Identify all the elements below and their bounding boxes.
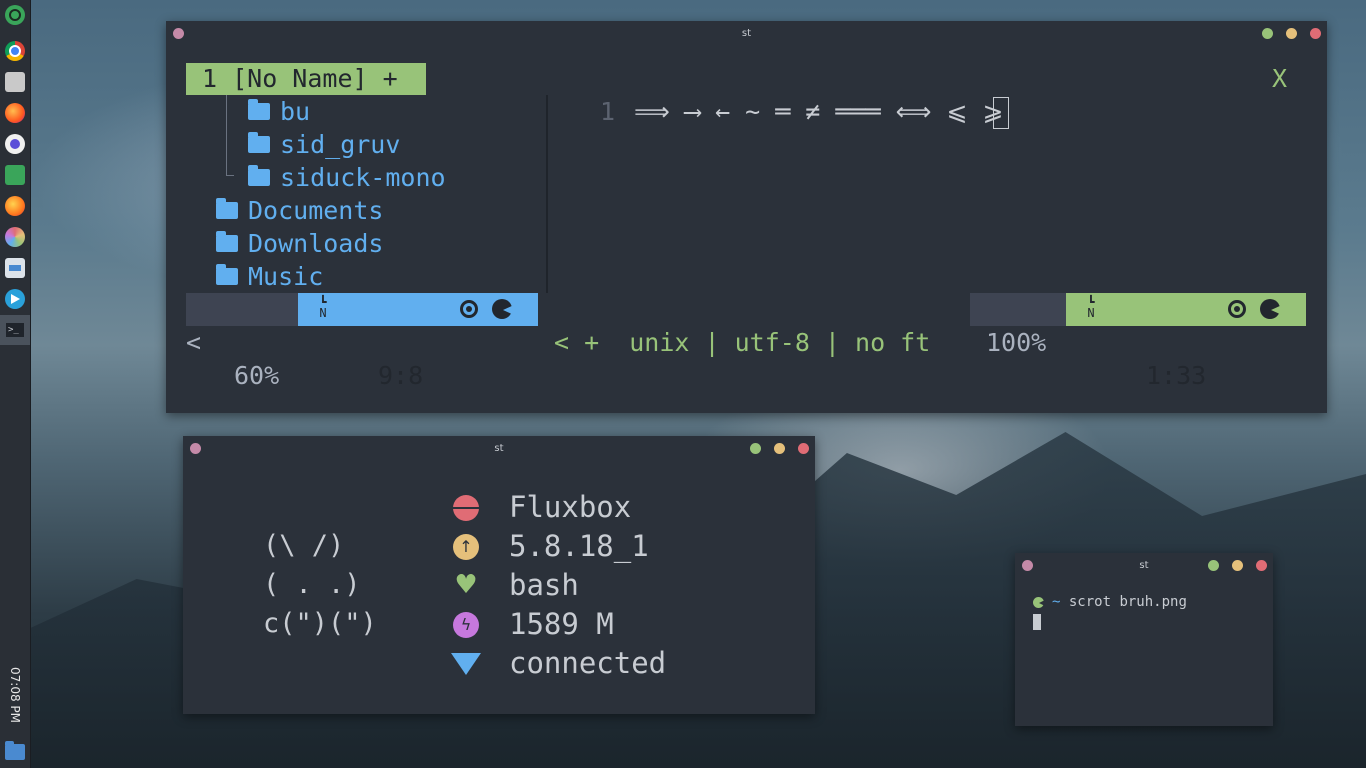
- browser-icon[interactable]: [5, 134, 25, 154]
- close-button[interactable]: [1256, 560, 1267, 571]
- statusline-position: ┗ N 9:8: [298, 293, 538, 390]
- tree-item-documents[interactable]: Documents: [216, 194, 383, 227]
- tree-item-downloads[interactable]: Downloads: [216, 227, 383, 260]
- sticky-dot[interactable]: [1022, 560, 1033, 571]
- info-kernel: ↑ 5.8.18_1: [453, 527, 649, 566]
- firefox-dev-icon[interactable]: [5, 196, 25, 216]
- window-title: st: [1139, 559, 1149, 571]
- close-button[interactable]: [1310, 28, 1321, 39]
- editor-line[interactable]: ⟹ ⟶ ← ~ ═ ≠ ═══ ⟺ ⩽ ⩾: [634, 95, 1010, 129]
- installer-icon[interactable]: [5, 258, 25, 278]
- folder-icon: [248, 132, 270, 153]
- pacman-icon: [492, 299, 514, 319]
- info-os: Fluxbox: [453, 488, 631, 527]
- window-split: [546, 95, 548, 293]
- maximize-button[interactable]: [774, 443, 785, 454]
- firefox-icon[interactable]: [5, 103, 25, 123]
- window-title: st: [494, 442, 504, 454]
- close-tab-button[interactable]: X: [1272, 63, 1287, 95]
- image-viewer-icon[interactable]: [5, 165, 25, 185]
- line-icon: ┗ N: [1087, 295, 1095, 320]
- os-icon: [453, 494, 479, 521]
- wifi-icon: [451, 651, 481, 677]
- vim-terminal-window[interactable]: st 1 [No Name] + X bu sid_gruv siduck-mo…: [166, 21, 1327, 413]
- small-terminal-window[interactable]: st ~ scrot bruh.png: [1015, 553, 1273, 726]
- memory-icon: ϟ: [453, 611, 479, 638]
- text-cursor: [993, 97, 1010, 129]
- terminal-icon[interactable]: >_: [0, 315, 30, 345]
- ring-icon: [460, 300, 478, 318]
- close-button[interactable]: [798, 443, 809, 454]
- app-icon[interactable]: [5, 5, 25, 25]
- info-network: connected: [451, 644, 666, 683]
- left-dock: >_ 07:08 PM: [0, 0, 31, 768]
- info-shell: ♥ bash: [454, 568, 579, 602]
- folder-icon: [248, 99, 270, 120]
- tree-guide: [226, 95, 227, 175]
- fetch-terminal-window[interactable]: st (\ /)( . .) c(")(") Fluxbox ↑ 5.8.18_1…: [183, 436, 815, 714]
- minimize-button[interactable]: [1208, 560, 1219, 571]
- statusline-percent: 100%: [970, 293, 1066, 357]
- sticky-dot[interactable]: [190, 443, 201, 454]
- chrome-icon[interactable]: [5, 41, 25, 61]
- shell-prompt[interactable]: ~ scrot bruh.png: [1033, 593, 1187, 611]
- vim-tab[interactable]: 1 [No Name] +: [186, 63, 426, 95]
- bunny-ascii-art: (\ /)( . .) c(")("): [263, 530, 377, 639]
- clock: 07:08 PM: [8, 667, 22, 723]
- info-memory: ϟ 1589 M: [453, 605, 614, 644]
- statusline-left: < 60%: [186, 293, 298, 390]
- line-icon: ┗ N: [319, 295, 327, 320]
- window-title: st: [741, 27, 752, 39]
- statusline-cursor: ┗ N 1:33: [1066, 293, 1306, 390]
- window-titlebar[interactable]: st: [166, 21, 1327, 45]
- terminal-cursor: [1033, 614, 1041, 630]
- maximize-button[interactable]: [1232, 560, 1243, 571]
- line-number: 1: [600, 97, 616, 126]
- window-titlebar[interactable]: st: [183, 436, 815, 460]
- maximize-button[interactable]: [1286, 28, 1297, 39]
- files-icon[interactable]: [5, 72, 25, 92]
- color-picker-icon[interactable]: [5, 227, 25, 247]
- tree-item-music[interactable]: Music: [216, 260, 323, 293]
- statusline-info: < + unix | utf-8 | no ft: [554, 328, 931, 357]
- minimize-button[interactable]: [750, 443, 761, 454]
- folder-icon: [216, 231, 238, 252]
- minimize-button[interactable]: [1262, 28, 1273, 39]
- statusline: < 60% ┗ N 9:8 < + unix | utf-8 | no ft 10…: [186, 293, 1306, 390]
- tree-item-sid-gruv[interactable]: sid_gruv: [248, 128, 400, 161]
- tree-guide: [226, 175, 234, 176]
- ring-icon: [1228, 300, 1246, 318]
- tree-item-bu[interactable]: bu: [248, 95, 310, 128]
- window-titlebar[interactable]: st: [1015, 553, 1273, 577]
- tree-item-siduck-mono[interactable]: siduck-mono: [248, 161, 446, 194]
- folder-icon[interactable]: [5, 741, 25, 760]
- prompt-icon: [1033, 596, 1045, 608]
- kernel-icon: ↑: [453, 533, 479, 560]
- pacman-icon: [1260, 299, 1282, 319]
- telegram-icon[interactable]: [5, 289, 25, 309]
- shell-icon: ♥: [454, 570, 478, 600]
- folder-icon: [248, 165, 270, 186]
- folder-icon: [216, 264, 238, 285]
- sticky-dot[interactable]: [173, 28, 184, 39]
- folder-icon: [216, 198, 238, 219]
